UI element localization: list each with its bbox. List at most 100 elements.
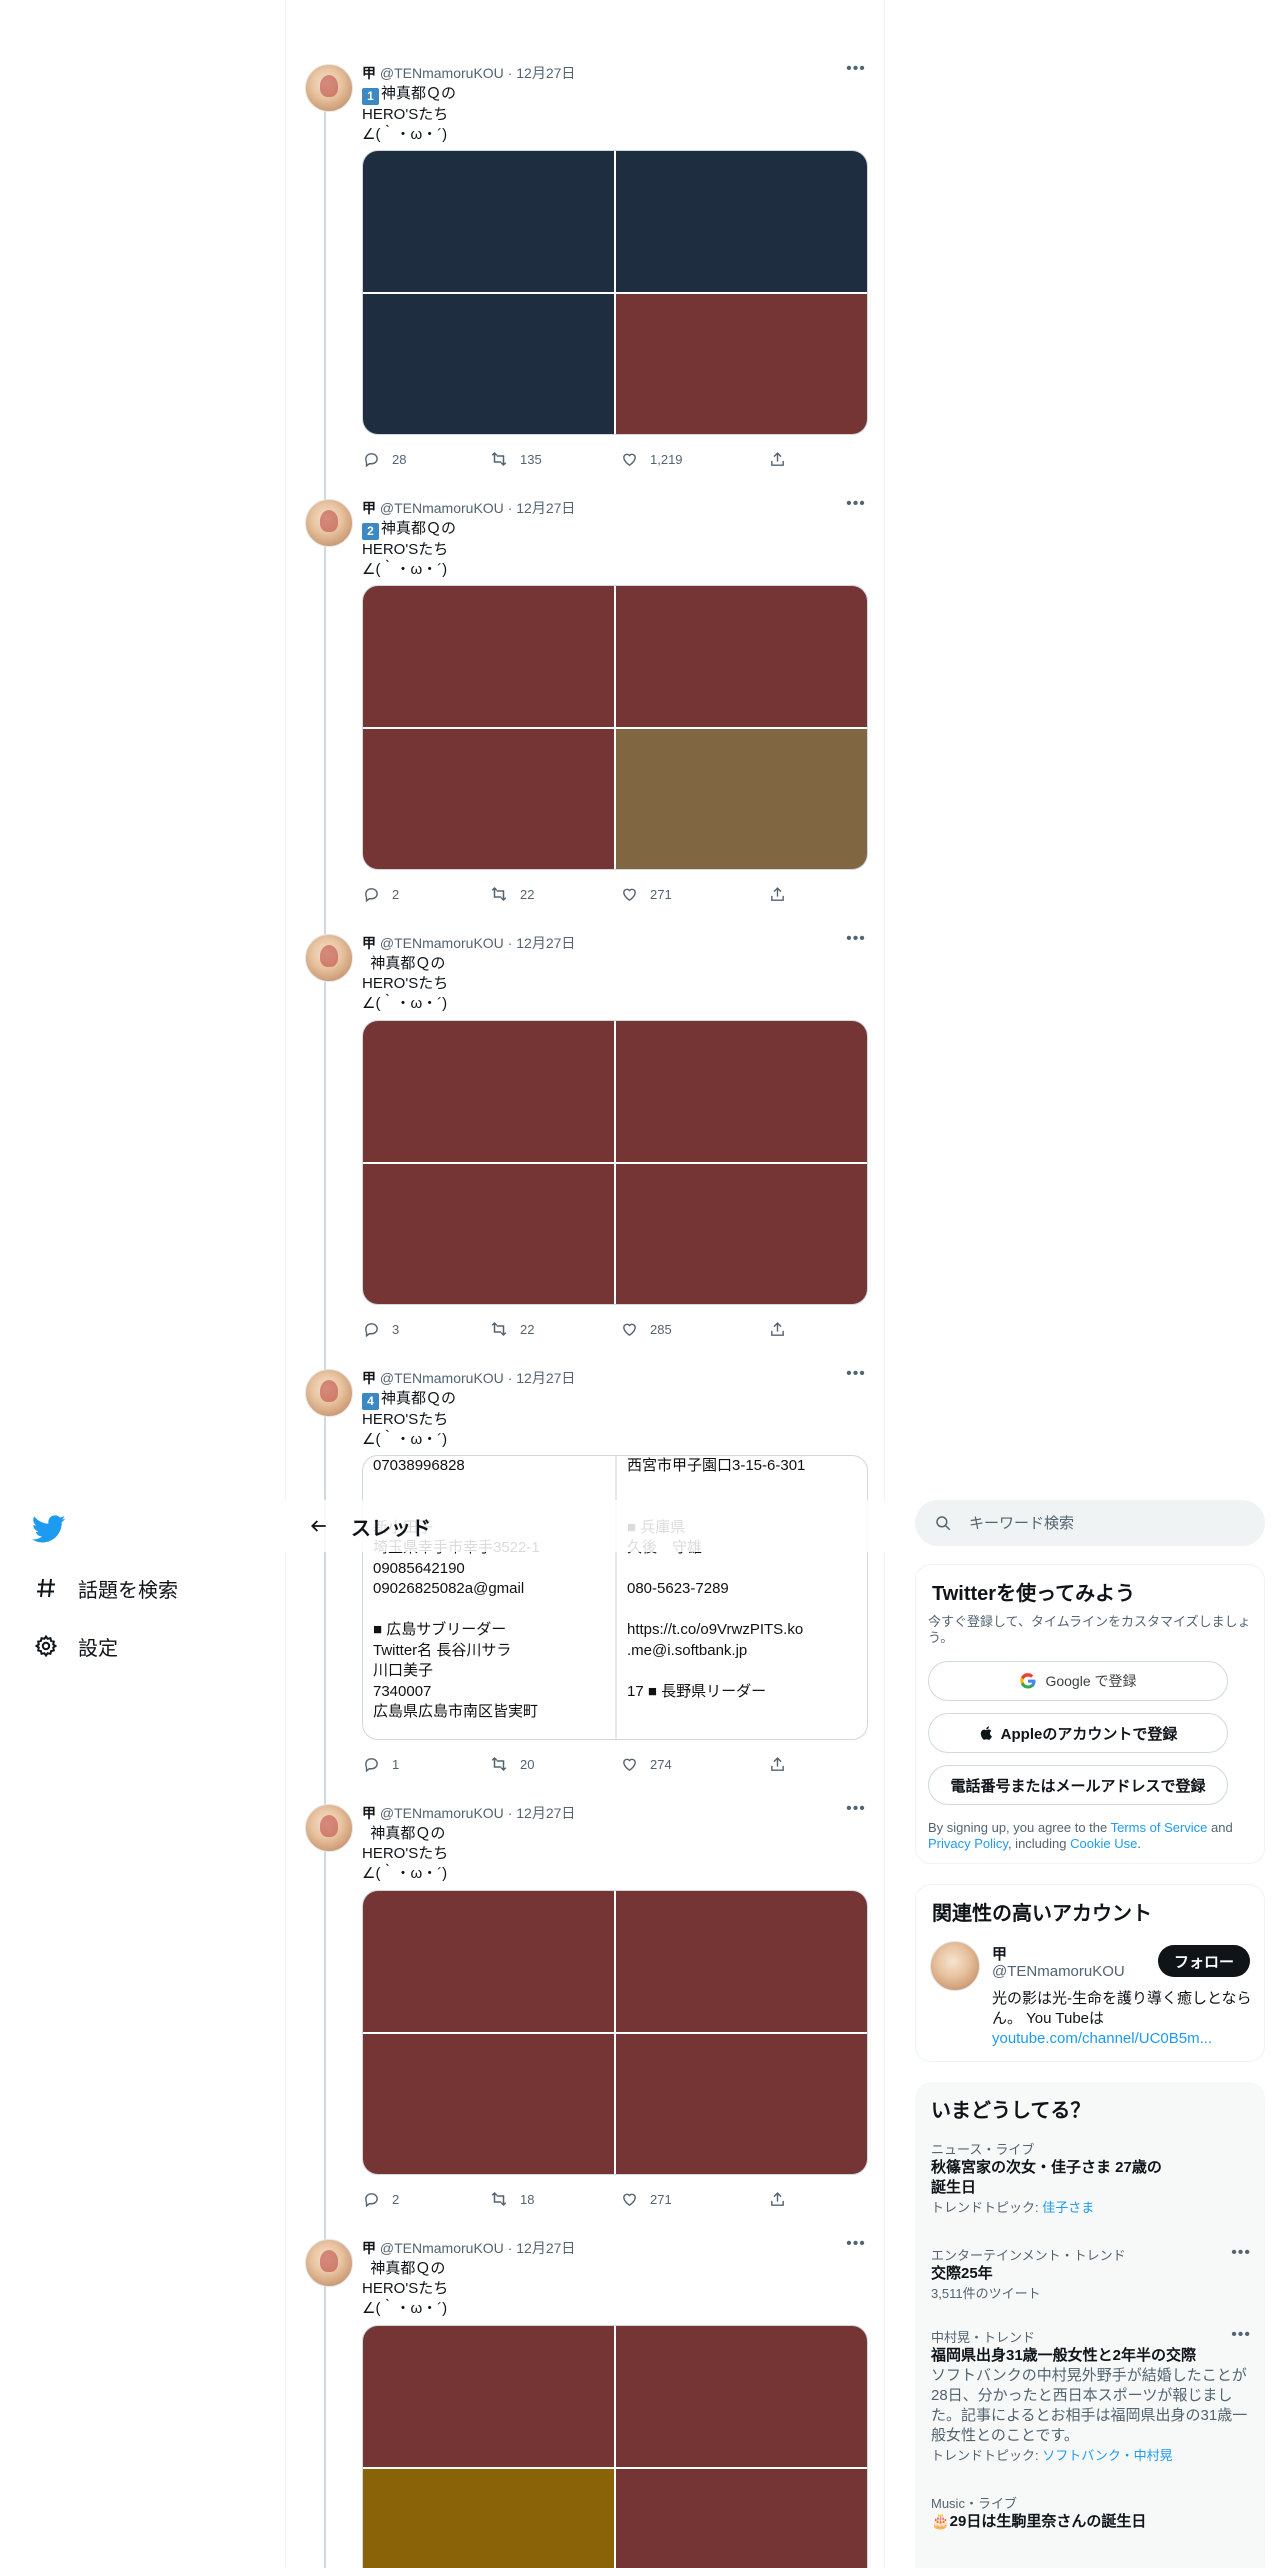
nav-explore[interactable]: 話題を検索 xyxy=(32,1568,178,1608)
like-button[interactable]: 285 xyxy=(620,1320,672,1338)
trend-item[interactable]: ••• 中村晃・トレンド 福岡県出身31歳一般女性と2年半の交際 ソフトバンクの… xyxy=(931,2327,1251,2464)
media-image[interactable] xyxy=(363,728,614,869)
tweet-author-name[interactable]: 甲 xyxy=(362,935,376,951)
tweet-author-handle[interactable]: @TENmamoruKOU xyxy=(380,1805,504,1821)
retweet-button[interactable]: 22 xyxy=(490,885,534,903)
apple-signup-button[interactable]: Appleのアカウントで登録 xyxy=(928,1713,1228,1753)
avatar[interactable] xyxy=(305,934,353,982)
tweet-author-name[interactable]: 甲 xyxy=(362,1370,376,1386)
retweet-button[interactable]: 18 xyxy=(490,2190,534,2208)
trend-item[interactable]: ニュース・ライブ 秋篠宮家の次女・佳子さま 27歳の 誕生日 トレンドトピック:… xyxy=(931,2142,1251,2216)
tweet-author-name[interactable]: 甲 xyxy=(362,1805,376,1821)
tweet-author-handle[interactable]: @TENmamoruKOU xyxy=(380,500,504,516)
avatar[interactable] xyxy=(305,1804,353,1852)
media-image[interactable] xyxy=(363,2033,614,2174)
related-account-handle[interactable]: @TENmamoruKOU xyxy=(992,1963,1125,1980)
like-button[interactable]: 271 xyxy=(620,2190,672,2208)
more-options-icon[interactable]: ••• xyxy=(1231,2245,1251,2261)
back-arrow-icon[interactable] xyxy=(293,1500,345,1552)
retweet-button[interactable]: 135 xyxy=(490,450,542,468)
more-options-icon[interactable]: ••• xyxy=(846,931,866,952)
media-image[interactable] xyxy=(616,1163,867,1304)
avatar[interactable] xyxy=(305,1369,353,1417)
trend-topic-link[interactable]: 佳子さま xyxy=(1042,2200,1094,2215)
tweet-media-grid[interactable] xyxy=(362,585,868,870)
trend-item[interactable]: Music・ライブ 🎂29日は生駒里奈さんの誕生日 xyxy=(931,2496,1251,2532)
tweet[interactable]: 甲 @TENmamoruKOU · 12月27日 ••• 神真都Ｑの HERO'… xyxy=(286,931,886,1369)
terms-of-service-link[interactable]: Terms of Service xyxy=(1111,1820,1208,1835)
follow-button[interactable]: フォロー xyxy=(1158,1945,1250,1977)
tweet-author-handle[interactable]: @TENmamoruKOU xyxy=(380,1370,504,1386)
reply-button[interactable]: 1 xyxy=(362,1755,399,1773)
tweet-date[interactable]: 12月27日 xyxy=(516,2240,575,2256)
more-options-icon[interactable]: ••• xyxy=(846,61,866,82)
avatar[interactable] xyxy=(305,64,353,112)
share-button[interactable] xyxy=(768,450,786,468)
media-image[interactable] xyxy=(616,151,867,292)
tweet-date[interactable]: 12月27日 xyxy=(516,500,575,516)
tweet-author-handle[interactable]: @TENmamoruKOU xyxy=(380,935,504,951)
cookie-use-link[interactable]: Cookie Use xyxy=(1070,1836,1137,1851)
like-button[interactable]: 271 xyxy=(620,885,672,903)
media-image[interactable] xyxy=(616,728,867,869)
more-options-icon[interactable]: ••• xyxy=(846,496,866,517)
tweet-author-name[interactable]: 甲 xyxy=(362,65,376,81)
tweet[interactable]: 甲 @TENmamoruKOU · 12月27日 ••• 1 神真都Ｑの HERO… xyxy=(286,61,886,499)
tweet-date[interactable]: 12月27日 xyxy=(516,935,575,951)
trend-item[interactable]: ••• エンターテインメント・トレンド 交際25年 3,511件のツイート xyxy=(931,2245,1251,2302)
like-button[interactable]: 274 xyxy=(620,1755,672,1773)
more-options-icon[interactable]: ••• xyxy=(846,1366,866,1387)
tweet-media-grid[interactable] xyxy=(362,1890,868,2175)
media-image[interactable] xyxy=(616,2033,867,2174)
share-button[interactable] xyxy=(768,1320,786,1338)
reply-button[interactable]: 3 xyxy=(362,1320,399,1338)
media-image[interactable] xyxy=(363,1163,614,1304)
tweet-author-handle[interactable]: @TENmamoruKOU xyxy=(380,2240,504,2256)
trend-topic-link[interactable]: ソフトバンク・中村晃 xyxy=(1042,2448,1172,2463)
media-image[interactable] xyxy=(363,1891,614,2032)
twitter-bird-icon[interactable] xyxy=(31,1512,66,1546)
like-button[interactable]: 1,219 xyxy=(620,450,683,468)
tweet[interactable]: 甲 @TENmamoruKOU · 12月27日 ••• 4 神真都Ｑの HERO… xyxy=(286,1366,886,1804)
tweet-date[interactable]: 12月27日 xyxy=(516,1805,575,1821)
tweet-author-name[interactable]: 甲 xyxy=(362,500,376,516)
reply-button[interactable]: 2 xyxy=(362,2190,399,2208)
more-options-icon[interactable]: ••• xyxy=(1231,2327,1251,2343)
reply-button[interactable]: 2 xyxy=(362,885,399,903)
bio-link[interactable]: youtube.com/channel/UC0B5m... xyxy=(992,2030,1212,2047)
tweet-date[interactable]: 12月27日 xyxy=(516,65,575,81)
media-image[interactable] xyxy=(363,586,614,727)
google-signup-button[interactable]: Google で登録 xyxy=(928,1661,1228,1701)
avatar[interactable] xyxy=(930,1941,980,1991)
retweet-button[interactable]: 20 xyxy=(490,1755,534,1773)
reply-button[interactable]: 28 xyxy=(362,450,406,468)
share-button[interactable] xyxy=(768,1755,786,1773)
media-image[interactable] xyxy=(616,2326,867,2467)
tweet-media-grid[interactable] xyxy=(362,1020,868,1305)
avatar[interactable] xyxy=(305,499,353,547)
avatar[interactable] xyxy=(305,2239,353,2287)
media-image[interactable] xyxy=(616,1021,867,1162)
media-image[interactable] xyxy=(616,2468,867,2568)
tweet-date[interactable]: 12月27日 xyxy=(516,1370,575,1386)
media-image[interactable] xyxy=(616,1891,867,2032)
media-image[interactable] xyxy=(363,1021,614,1162)
share-button[interactable] xyxy=(768,885,786,903)
tweet-author-name[interactable]: 甲 xyxy=(362,2240,376,2256)
share-button[interactable] xyxy=(768,2190,786,2208)
media-image[interactable] xyxy=(363,293,614,434)
phone-email-signup-button[interactable]: 電話番号またはメールアドレスで登録 xyxy=(928,1765,1228,1805)
tweet-author-handle[interactable]: @TENmamoruKOU xyxy=(380,65,504,81)
more-options-icon[interactable]: ••• xyxy=(846,1801,866,1822)
privacy-policy-link[interactable]: Privacy Policy xyxy=(928,1836,1008,1851)
more-options-icon[interactable]: ••• xyxy=(846,2239,866,2257)
retweet-button[interactable]: 22 xyxy=(490,1320,534,1338)
search-input[interactable] xyxy=(969,1514,1229,1532)
search-bar[interactable] xyxy=(915,1500,1265,1546)
media-image[interactable] xyxy=(616,293,867,434)
tweet-media-grid[interactable] xyxy=(362,150,868,435)
media-image[interactable] xyxy=(363,151,614,292)
tweet[interactable]: 甲 @TENmamoruKOU · 12月27日 ••• 神真都Ｑの HERO'… xyxy=(286,2239,886,2568)
tweet[interactable]: 甲 @TENmamoruKOU · 12月27日 ••• 2 神真都Ｑの HERO… xyxy=(286,496,886,934)
tweet-media-screenshot[interactable]: 07038996828 新小田子 埼玉県幸手市幸手3522-1 09085642… xyxy=(362,1455,868,1740)
